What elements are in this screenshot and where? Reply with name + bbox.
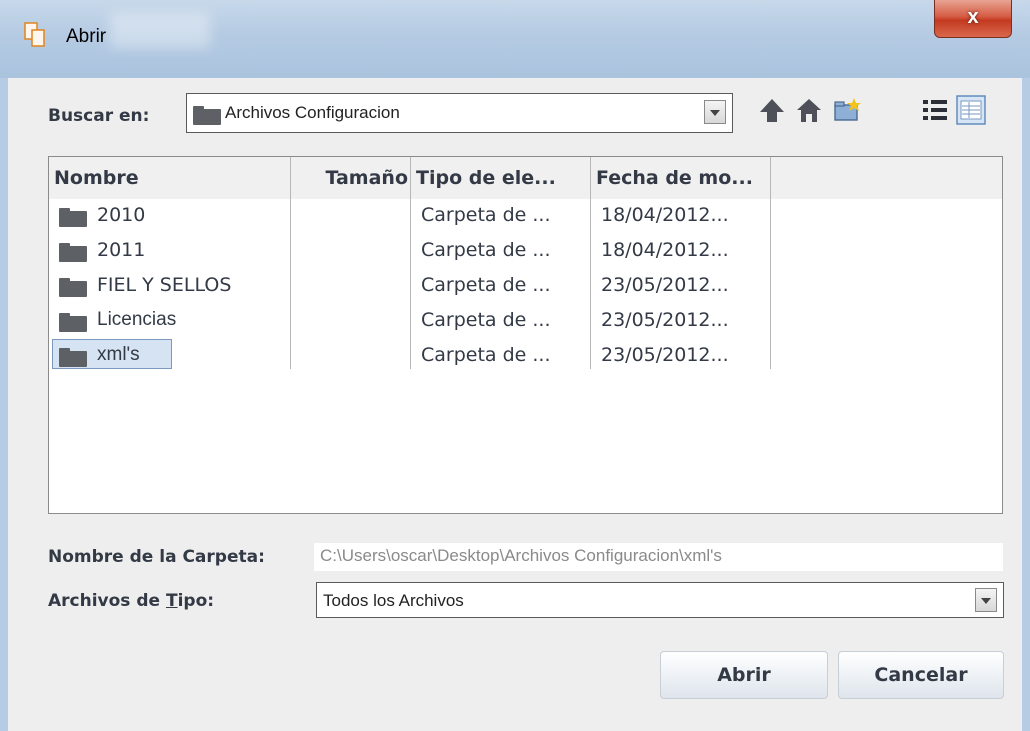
chevron-down-icon[interactable] bbox=[975, 588, 997, 612]
file-type-mnemonic: T bbox=[165, 591, 178, 611]
cancel-button[interactable]: Cancelar bbox=[838, 651, 1004, 699]
up-folder-button[interactable] bbox=[757, 95, 787, 125]
row-date: 18/04/2012... bbox=[601, 239, 729, 261]
column-header-size[interactable]: Tamaño bbox=[291, 157, 411, 199]
row-type: Carpeta de ... bbox=[421, 239, 551, 261]
row-name: Licencias bbox=[97, 309, 177, 330]
row-type: Carpeta de ... bbox=[421, 309, 551, 331]
file-type-value: Todos los Archivos bbox=[323, 591, 464, 610]
look-in-value: Archivos Configuracion bbox=[225, 103, 400, 122]
chevron-down-icon[interactable] bbox=[704, 100, 726, 124]
window-frame-right bbox=[1022, 78, 1030, 731]
window-title: Abrir bbox=[66, 26, 107, 47]
folder-icon bbox=[59, 243, 87, 262]
row-name: 2011 bbox=[97, 239, 146, 261]
row-name: FIEL Y SELLOS bbox=[97, 274, 232, 296]
folder-name-field[interactable]: C:\Users\oscar\Desktop\Archivos Configur… bbox=[314, 543, 1003, 571]
file-type-label-start: Archivos de bbox=[48, 591, 166, 611]
home-icon bbox=[797, 99, 821, 122]
open-dialog: Abrir x Buscar en: Archivos Configuracio… bbox=[0, 0, 1030, 731]
window-frame-left bbox=[0, 78, 8, 731]
close-button[interactable]: x bbox=[934, 0, 1012, 38]
column-header-name[interactable]: Nombre bbox=[49, 157, 291, 199]
open-file-icon bbox=[24, 22, 45, 47]
folder-icon bbox=[193, 106, 221, 125]
file-type-label: Archivos de Tipo: bbox=[48, 591, 214, 611]
column-divider bbox=[290, 157, 291, 369]
file-list[interactable]: Nombre Tamaño Tipo de ele... Fecha de mo… bbox=[48, 156, 1003, 514]
look-in-label: Buscar en: bbox=[48, 106, 150, 126]
details-view-icon bbox=[956, 95, 986, 125]
row-name: 2010 bbox=[97, 204, 146, 226]
list-view-button[interactable] bbox=[920, 95, 950, 125]
new-folder-button[interactable] bbox=[832, 95, 862, 125]
row-type: Carpeta de ... bbox=[421, 274, 551, 296]
column-header-date[interactable]: Fecha de mo... bbox=[591, 157, 771, 199]
new-folder-icon bbox=[834, 98, 861, 121]
row-date: 23/05/2012... bbox=[601, 274, 729, 296]
row-type: Carpeta de ... bbox=[421, 204, 551, 226]
column-header-type[interactable]: Tipo de ele... bbox=[411, 157, 591, 199]
look-in-combo[interactable]: Archivos Configuracion bbox=[186, 93, 733, 133]
row-name: xml's bbox=[97, 344, 140, 365]
column-divider bbox=[410, 157, 411, 369]
close-icon: x bbox=[967, 6, 979, 28]
home-button[interactable] bbox=[794, 95, 824, 125]
folder-icon bbox=[59, 313, 87, 332]
list-view-icon bbox=[923, 100, 947, 120]
folder-icon bbox=[59, 278, 87, 297]
title-bar[interactable]: Abrir x bbox=[0, 0, 1030, 78]
folder-icon bbox=[59, 348, 87, 367]
column-divider bbox=[590, 157, 591, 369]
column-divider bbox=[770, 157, 771, 369]
details-view-button[interactable] bbox=[956, 95, 986, 125]
row-date: 23/05/2012... bbox=[601, 344, 729, 366]
up-arrow-icon bbox=[760, 99, 784, 122]
row-type: Carpeta de ... bbox=[421, 344, 551, 366]
folder-icon bbox=[59, 208, 87, 227]
file-type-select[interactable]: Todos los Archivos bbox=[316, 582, 1004, 618]
open-button[interactable]: Abrir bbox=[660, 651, 828, 699]
file-type-label-end: ipo: bbox=[177, 591, 215, 611]
title-bar-glass bbox=[110, 12, 210, 48]
row-date: 18/04/2012... bbox=[601, 204, 729, 226]
row-date: 23/05/2012... bbox=[601, 309, 729, 331]
folder-name-label: Nombre de la Carpeta: bbox=[48, 547, 265, 567]
